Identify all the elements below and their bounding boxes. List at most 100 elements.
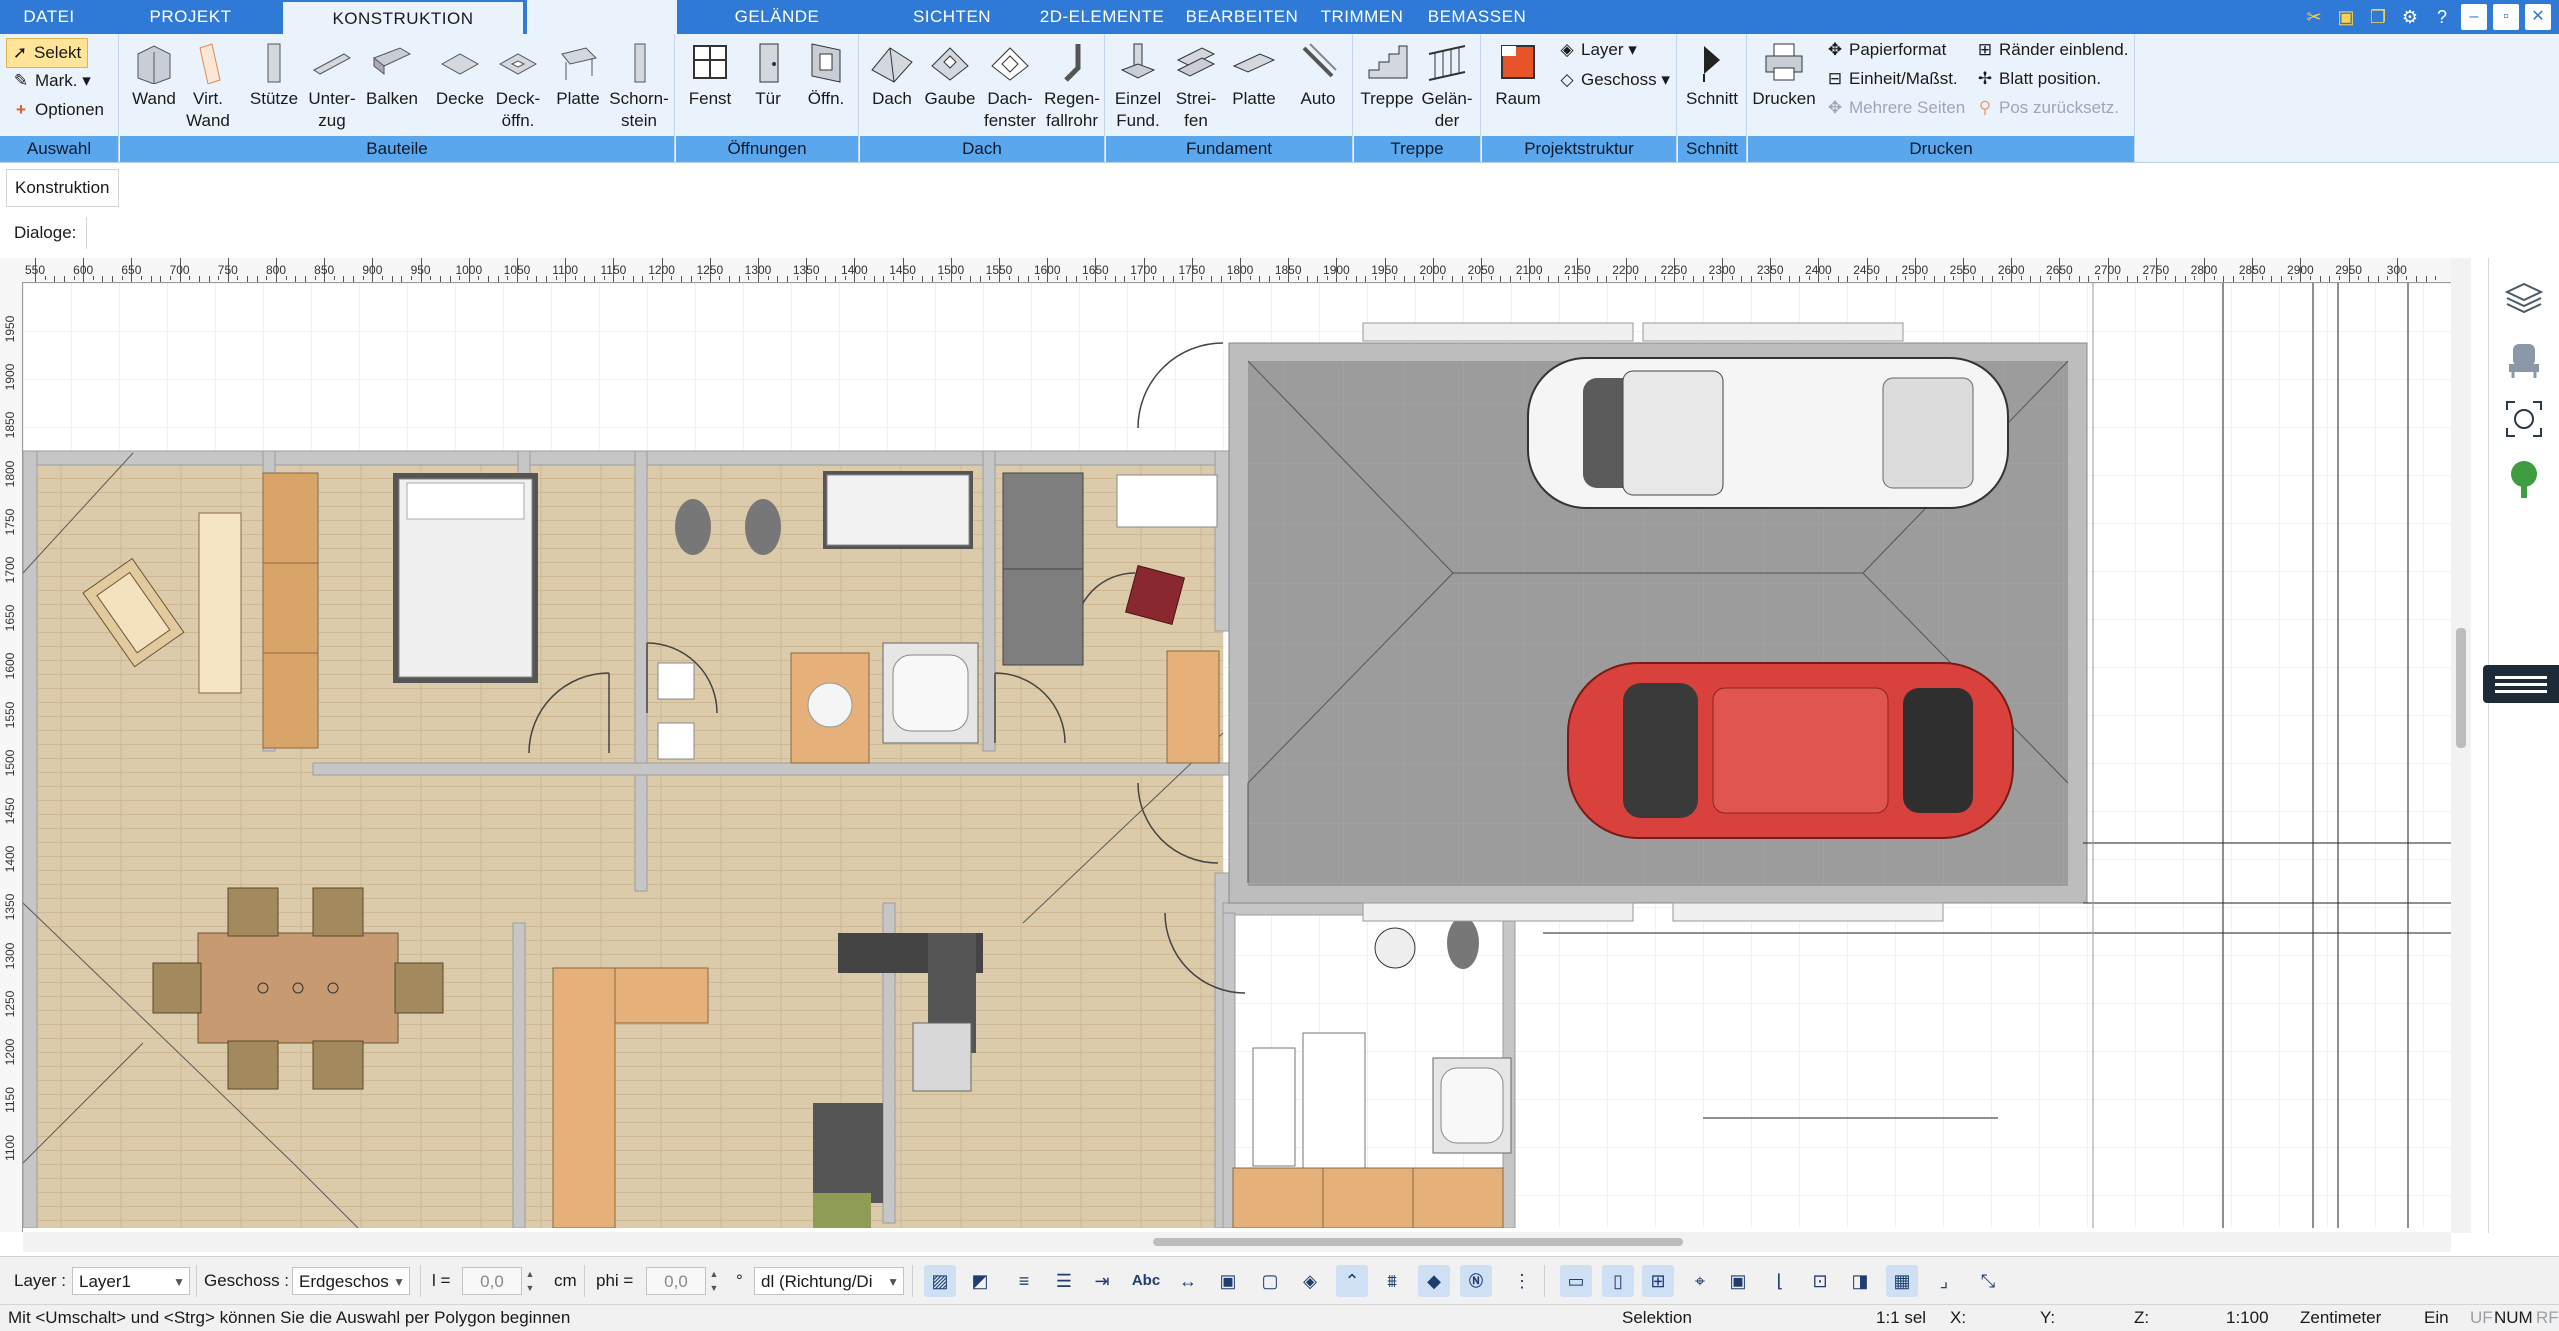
copy-icon[interactable]: ❐: [2365, 4, 2391, 30]
layer-snap-icon[interactable]: ◨: [1844, 1265, 1876, 1297]
folder-icon[interactable]: ▣: [2333, 4, 2359, 30]
more-icon[interactable]: ⋮: [1506, 1265, 1538, 1297]
streifen-button[interactable]: Strei- fen: [1168, 40, 1224, 132]
page-view-icon[interactable]: ▯: [1602, 1265, 1634, 1297]
length-spinner-icon[interactable]: ▲ ▼: [522, 1267, 538, 1295]
corner-snap-icon[interactable]: ⌊: [1764, 1265, 1796, 1297]
raum-button[interactable]: Raum: [1490, 40, 1546, 110]
ruler-toggle-icon[interactable]: ▭: [1560, 1265, 1592, 1297]
tab-konstruktion-view[interactable]: Konstruktion: [6, 169, 119, 207]
optionen-button[interactable]: + Optionen: [10, 96, 104, 124]
layers-icon[interactable]: [2501, 276, 2547, 322]
tab-gelaende[interactable]: GELÄNDE: [677, 0, 877, 34]
vertical-scroll-thumb[interactable]: [2456, 628, 2466, 748]
cursor-snap-icon[interactable]: ⌖: [1684, 1265, 1716, 1297]
tab-blank[interactable]: [527, 0, 677, 34]
regenfallrohr-button[interactable]: Regen- fallrohr: [1042, 40, 1102, 132]
layer-select[interactable]: Layer1 ▼: [72, 1267, 190, 1295]
mehrere-seiten-button[interactable]: ✥ Mehrere Seiten: [1824, 94, 1965, 122]
panel-handle[interactable]: [2483, 665, 2559, 703]
mark-button[interactable]: ✎ Mark. ▾: [10, 67, 91, 95]
cube-view-icon[interactable]: ◆: [1418, 1265, 1450, 1297]
settings-icon[interactable]: ⚙: [2397, 4, 2423, 30]
dach-button[interactable]: Dach: [864, 40, 920, 110]
tree-icon[interactable]: [2501, 456, 2547, 502]
horizontal-scroll-thumb[interactable]: [1153, 1238, 1683, 1246]
layer-dropdown[interactable]: ◈ Layer ▾: [1556, 36, 1636, 64]
tuer-button[interactable]: Tür: [742, 40, 794, 110]
tab-trimmen[interactable]: TRIMMEN: [1307, 0, 1417, 34]
papierformat-button[interactable]: ✥ Papierformat: [1824, 36, 1946, 64]
close-icon[interactable]: ✕: [2525, 4, 2551, 30]
blatt-position-button[interactable]: ✢ Blatt position.: [1974, 65, 2101, 93]
text-icon[interactable]: Abc: [1130, 1265, 1162, 1297]
tab-projekt[interactable]: PROJEKT: [98, 0, 283, 34]
decke-button[interactable]: Decke: [432, 40, 488, 110]
focus-icon[interactable]: [2501, 396, 2547, 442]
virt-wand-button[interactable]: Virt. Wand: [182, 40, 234, 132]
image-icon[interactable]: ▣: [1722, 1265, 1754, 1297]
tab-bemassen[interactable]: BEMASSEN: [1417, 0, 1537, 34]
north-icon[interactable]: Ⓝ: [1460, 1265, 1492, 1297]
unterzug-button[interactable]: Unter- zug: [304, 40, 360, 132]
fund-platte-button[interactable]: Platte: [1226, 40, 1282, 110]
grid-icon[interactable]: ▦: [1886, 1265, 1918, 1297]
frame-icon[interactable]: ▣: [1212, 1265, 1244, 1297]
selekt-button[interactable]: ➚ Selekt: [6, 38, 89, 68]
vertical-scrollbar[interactable]: [2451, 258, 2471, 1233]
ortho-icon[interactable]: ⌟: [1928, 1265, 1960, 1297]
tab-konstruktion[interactable]: KONSTRUKTION: [283, 0, 523, 34]
tools-icon[interactable]: ✂: [2301, 4, 2327, 30]
einzelfund-button[interactable]: Einzel Fund.: [1110, 40, 1166, 132]
drucken-button[interactable]: Drucken: [1752, 40, 1816, 110]
tab-datei[interactable]: DATEI: [0, 0, 98, 34]
minimize-icon[interactable]: –: [2461, 4, 2487, 30]
raender-button[interactable]: ⊞ Ränder einblend.: [1974, 36, 2129, 64]
platte-button[interactable]: Platte: [550, 40, 606, 110]
geschoss-select[interactable]: Erdgeschos ▼: [292, 1267, 410, 1295]
object-snap-icon[interactable]: ◈: [1294, 1265, 1326, 1297]
tab-bearbeiten[interactable]: BEARBEITEN: [1177, 0, 1307, 34]
geschoss-dropdown[interactable]: ◇ Geschoss ▾: [1556, 66, 1669, 94]
dachfenster-button[interactable]: Dach- fenster: [980, 40, 1040, 132]
fenster-button[interactable]: Fenst: [684, 40, 736, 110]
balken-button[interactable]: Balken: [364, 40, 420, 110]
phi-input[interactable]: 0,0: [646, 1267, 706, 1295]
line-weight-icon[interactable]: ≡: [1008, 1265, 1040, 1297]
treppe-button[interactable]: Treppe: [1358, 40, 1416, 110]
tracking-icon[interactable]: ⤡: [1972, 1265, 2004, 1297]
tab-sichten[interactable]: SICHTEN: [877, 0, 1027, 34]
auto-button[interactable]: Auto: [1290, 40, 1346, 110]
einheit-button[interactable]: ⊟ Einheit/Maßst.: [1824, 65, 1958, 93]
snap-icon[interactable]: ▢: [1254, 1265, 1286, 1297]
deck-oeffn-button[interactable]: Deck- öffn.: [490, 40, 546, 132]
ruler-label: 1250: [696, 263, 724, 277]
furniture-icon[interactable]: [2501, 336, 2547, 382]
phi-spinner-icon[interactable]: ▲ ▼: [706, 1267, 722, 1295]
drawing-canvas[interactable]: [23, 283, 2451, 1228]
horizontal-scrollbar[interactable]: [23, 1232, 2451, 1252]
pos-zuruecksetzen-button[interactable]: ⚲ Pos zurücksetz.: [1974, 94, 2119, 122]
restore-icon[interactable]: ▫: [2493, 4, 2519, 30]
measure-icon[interactable]: ↔: [1172, 1265, 1204, 1297]
gaube-button[interactable]: Gaube: [922, 40, 978, 110]
fill-icon[interactable]: ◩: [964, 1265, 996, 1297]
stuetze-button[interactable]: Stütze: [248, 40, 300, 110]
wand-button[interactable]: Wand: [128, 40, 180, 110]
direction-mode-select[interactable]: dl (Richtung/Di ▼: [754, 1267, 904, 1295]
hatch-icon[interactable]: ▨: [924, 1265, 956, 1297]
schnitt-button[interactable]: Schnitt: [1682, 40, 1742, 110]
grid-snap-icon[interactable]: ⊞: [1642, 1265, 1674, 1297]
center-snap-icon[interactable]: ⊡: [1804, 1265, 1836, 1297]
help-icon[interactable]: ?: [2429, 4, 2455, 30]
line-type-icon[interactable]: ☰: [1048, 1265, 1080, 1297]
oeffnung-button[interactable]: Öffn.: [800, 40, 852, 110]
layers-view-icon[interactable]: ⩩: [1376, 1265, 1408, 1297]
roof-view-icon[interactable]: ⌃: [1336, 1265, 1368, 1297]
tab-2d-elemente[interactable]: 2D-ELEMENTE: [1027, 0, 1177, 34]
ruler-label: 2700: [2094, 263, 2121, 277]
length-input[interactable]: 0,0: [462, 1267, 522, 1295]
schornstein-button[interactable]: Schorn- stein: [608, 40, 670, 132]
dimension-icon[interactable]: ⇥: [1086, 1265, 1118, 1297]
gelaender-button[interactable]: Gelän- der: [1418, 40, 1476, 132]
